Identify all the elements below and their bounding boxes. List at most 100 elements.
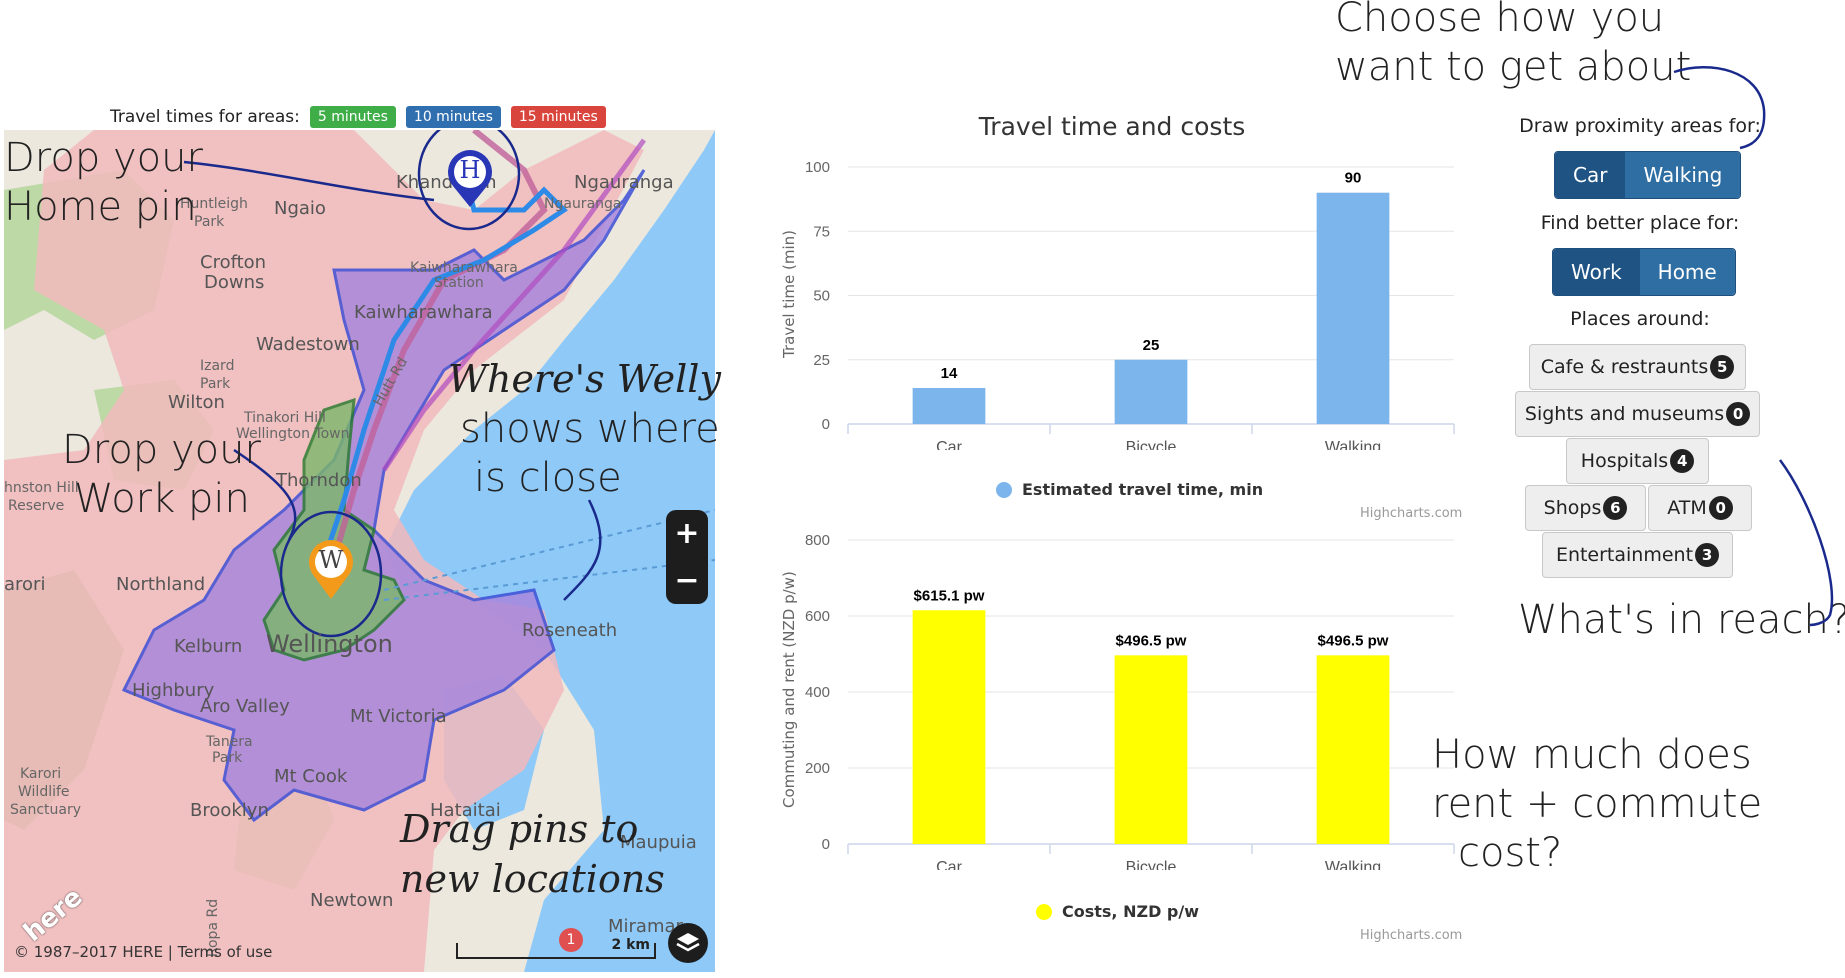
place-huntleigh-park: Park (194, 214, 225, 230)
place-wadestown: Wadestown (256, 334, 360, 355)
places-sights-count: 0 (1726, 402, 1751, 426)
chart2-legend-marker (1036, 903, 1052, 920)
place-tanera-park: Park (212, 750, 243, 766)
places-sights-button[interactable]: Sights and museums 0 (1515, 391, 1760, 437)
places-shops-label: Shops (1543, 497, 1602, 519)
places-shops-count: 6 (1603, 496, 1628, 520)
home-pin[interactable]: H (447, 150, 493, 208)
places-hospitals-button[interactable]: Hospitals 4 (1566, 438, 1709, 484)
place-wildlife: Wildlife (18, 784, 70, 800)
place-tanera: Tanera (206, 734, 253, 750)
place-johnston-hill: hnston Hill (4, 480, 79, 496)
bar (1316, 192, 1390, 424)
y-tick-label: 0 (822, 836, 830, 853)
zoom-control: + − (666, 510, 708, 604)
place-mt-cook: Mt Cook (274, 766, 348, 787)
travel-time-legend: Travel times for areas: 5 minutes 10 min… (110, 104, 606, 130)
x-category-label: Walking (1325, 859, 1381, 870)
place-izard: Izard (200, 358, 235, 374)
cost-chart: 0 200 400 600 800 $615.1 pw Car $496.5 pw Bicycl… (805, 532, 1455, 870)
annotation-arrow-reach (1778, 459, 1834, 627)
annotation-work-line1: Drop your (62, 427, 261, 473)
places-shops-button[interactable]: Shops 6 (1525, 485, 1646, 531)
work-pin[interactable]: W (308, 540, 354, 600)
annotation-cost-line1: How much does (1432, 732, 1752, 778)
bar-value-label: 25 (1143, 337, 1160, 354)
places-atm-label: ATM (1667, 497, 1707, 519)
legend-15-minutes: 15 minutes (510, 106, 606, 128)
layers-button[interactable] (668, 923, 708, 963)
home-pin-label: H (459, 156, 481, 184)
places-around-label: Places around: (1570, 308, 1710, 330)
places-cafe-count: 5 (1710, 355, 1735, 379)
bar-value-label: $496.5 pw (1318, 632, 1389, 649)
places-cafe-button[interactable]: Cafe & restraunts 5 (1529, 344, 1746, 390)
annotation-welly-line3: is close (474, 455, 622, 501)
place-crofton: Crofton (200, 252, 267, 273)
chart1-legend[interactable]: Estimated travel time, min (996, 480, 1263, 499)
bar (1114, 655, 1188, 844)
chart1-credits[interactable]: Highcharts.com (1360, 506, 1462, 521)
y-tick-label: 25 (813, 352, 830, 369)
chart2-legend[interactable]: Costs, NZD p/w (1036, 902, 1199, 921)
draw-areas-label: Draw proximity areas for: (1519, 115, 1761, 137)
find-work-button[interactable]: Work (1553, 249, 1640, 295)
chart2-credits[interactable]: Highcharts.com (1360, 928, 1462, 943)
place-karori: Karori (20, 766, 62, 782)
place-kaiwharawhara-station: Kaiwharawhara (410, 260, 518, 276)
mode-car-button[interactable]: Car (1555, 152, 1626, 198)
annotation-home-line2: Home pin (4, 184, 197, 230)
x-category-label: Bicycle (1126, 439, 1177, 450)
legend-5-minutes: 5 minutes (309, 106, 396, 128)
annotation-choose-line1: Choose how you (1335, 0, 1665, 41)
place-ngaio: Ngaio (274, 198, 326, 219)
place-karori-left: arori (4, 574, 46, 595)
place-ngauranga-small: Ngauranga (544, 196, 622, 212)
annotation-welly-line1: Where's Welly (448, 357, 721, 401)
annotation-cost-line3: cost? (1458, 830, 1563, 876)
places-hospitals-label: Hospitals (1580, 450, 1669, 472)
annotation-drag-line2: new locations (400, 857, 665, 901)
bar-value-label: $496.5 pw (1116, 632, 1187, 649)
find-home-button[interactable]: Home (1639, 249, 1735, 295)
legend-10-minutes: 10 minutes (405, 106, 501, 128)
place-reserve: Reserve (8, 498, 65, 514)
place-brooklyn: Brooklyn (190, 800, 269, 821)
annotation-arrow-choose (1673, 66, 1766, 150)
place-izard-park: Park (200, 376, 231, 392)
place-kelburn: Kelburn (174, 636, 243, 657)
y-tick-label: 200 (805, 760, 830, 777)
place-station: Station (434, 275, 484, 291)
chart1-legend-marker (996, 481, 1012, 498)
travel-time-chart: 0 25 50 75 100 14 Car 25 Bicycle 90 Walking (805, 159, 1455, 450)
place-kaiwharawhara: Kaiwharawhara (354, 302, 493, 323)
zoom-out-button[interactable]: − (666, 557, 708, 604)
bar (1114, 359, 1188, 424)
chart-title: Travel time and costs (978, 112, 1246, 141)
places-entertainment-button[interactable]: Entertainment 3 (1542, 532, 1733, 578)
bar-value-label: $615.1 pw (914, 587, 985, 604)
mode-walking-button[interactable]: Walking (1625, 152, 1741, 198)
annotation-welly-line2: shows where (460, 406, 720, 452)
places-atm-button[interactable]: ATM 0 (1648, 485, 1752, 531)
place-wilton: Wilton (168, 392, 225, 413)
place-crofton-downs: Downs (204, 272, 265, 293)
travel-mode-toggle: Car Walking (1554, 151, 1742, 199)
place-roseneath: Roseneath (522, 620, 618, 641)
annotation-choose-line2: want to get about (1335, 44, 1692, 90)
legend-label: Travel times for areas: (110, 107, 300, 127)
annotation-cost-line2: rent + commute (1432, 781, 1763, 827)
map-copyright[interactable]: © 1987–2017 HERE | Terms of use (14, 943, 272, 961)
x-category-label: Walking (1325, 439, 1381, 450)
place-newtown: Newtown (310, 890, 394, 911)
map-scale: 2 km (456, 937, 656, 959)
place-mt-victoria: Mt Victoria (350, 706, 447, 727)
zoom-in-button[interactable]: + (666, 510, 708, 557)
annotation-work-line2: Work pin (74, 476, 250, 522)
place-wellington: Wellington (266, 630, 393, 658)
place-tinakori: Tinakori Hill (244, 410, 326, 426)
places-atm-count: 0 (1708, 496, 1733, 520)
x-category-label: Car (936, 439, 962, 450)
bar (912, 388, 986, 424)
find-better-label: Find better place for: (1540, 212, 1740, 234)
